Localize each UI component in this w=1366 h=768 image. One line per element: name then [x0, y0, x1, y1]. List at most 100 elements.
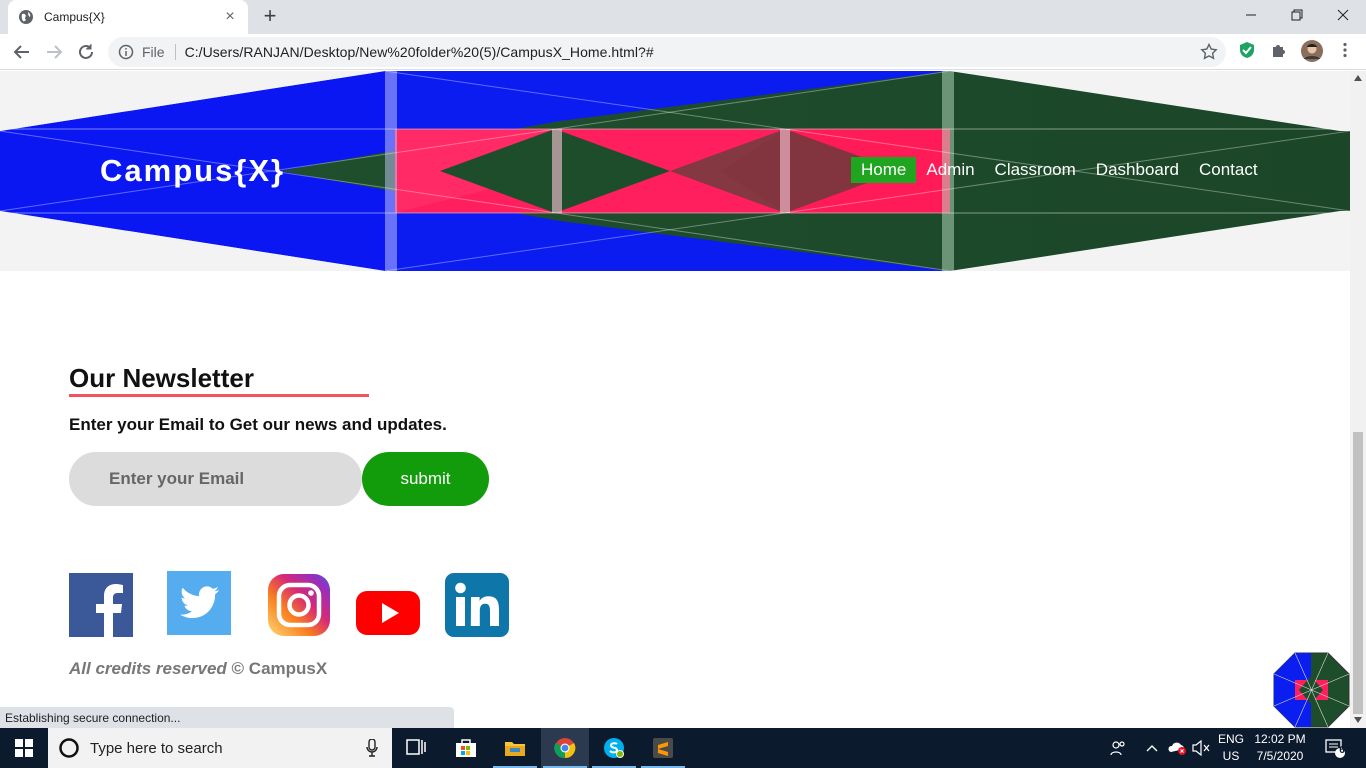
action-center-button[interactable]: 6 — [1320, 728, 1350, 768]
folder-icon — [505, 742, 525, 756]
arrow-left-icon — [13, 45, 29, 59]
chrome-icon — [554, 738, 576, 759]
tab-close-icon[interactable]: × — [222, 8, 238, 26]
browser-tab[interactable]: Campus{X} × — [8, 0, 248, 34]
cloud-error-icon — [1168, 742, 1186, 755]
people-button[interactable] — [1105, 728, 1131, 768]
twitter-link[interactable] — [167, 571, 231, 635]
taskbar-search-placeholder: Type here to search — [90, 739, 223, 757]
nav-home[interactable]: Home — [851, 157, 917, 183]
url-text[interactable]: C:/Users/RANJAN/Desktop/New%20folder%20(… — [185, 44, 654, 60]
page-scrollbar[interactable] — [1350, 71, 1366, 728]
puzzle-icon — [1273, 45, 1285, 57]
kebab-menu-icon — [1343, 42, 1347, 58]
volume-muted-icon — [1192, 740, 1210, 756]
submit-button[interactable]: submit — [362, 452, 489, 506]
microphone-icon[interactable] — [366, 739, 378, 757]
back-button[interactable] — [10, 40, 34, 64]
system-clock[interactable]: 12:02 PM 7/5/2020 — [1250, 731, 1310, 765]
language-code: ENG — [1217, 732, 1244, 746]
tab-strip: Campus{X} × + — [0, 0, 1366, 34]
volume-button[interactable] — [1190, 728, 1212, 768]
clock-time: 12:02 PM — [1254, 732, 1306, 746]
store-icon — [456, 739, 476, 757]
status-bubble: Establishing secure connection... — [0, 707, 454, 728]
shield-icon — [1240, 42, 1254, 58]
reload-button[interactable] — [74, 40, 98, 64]
taskbar-search[interactable]: Type here to search — [48, 728, 392, 768]
extensions-button[interactable] — [1269, 40, 1289, 60]
onedrive-status[interactable] — [1166, 728, 1190, 768]
browser-menu-button[interactable] — [1335, 40, 1355, 60]
nav-admin[interactable]: Admin — [916, 157, 984, 183]
clock-date: 7/5/2020 — [1256, 749, 1304, 763]
linkedin-link[interactable] — [445, 573, 509, 637]
scroll-thumb[interactable] — [1353, 432, 1363, 714]
newsletter-title-underline — [69, 394, 369, 397]
tab-title: Campus{X} — [44, 10, 105, 24]
nav-classroom[interactable]: Classroom — [985, 157, 1086, 183]
restore-icon — [1291, 9, 1303, 21]
youtube-link[interactable] — [356, 589, 420, 637]
info-icon[interactable] — [118, 44, 134, 60]
facebook-icon — [69, 573, 133, 637]
skype-icon — [604, 738, 624, 758]
restore-button[interactable] — [1274, 0, 1320, 30]
sublime-text-app[interactable] — [639, 728, 687, 768]
newsletter-title: Our Newsletter — [69, 363, 254, 393]
arrow-right-icon — [47, 45, 63, 59]
task-view-button[interactable] — [392, 728, 440, 768]
scroll-down-icon[interactable] — [1354, 717, 1362, 723]
nav-contact[interactable]: Contact — [1189, 157, 1268, 183]
globe-icon — [19, 10, 33, 24]
reload-icon — [79, 44, 93, 59]
file-explorer-app[interactable] — [491, 728, 539, 768]
profile-button[interactable] — [1300, 39, 1324, 63]
linkedin-icon — [445, 573, 509, 637]
credits-italic: All credits reserved — [69, 659, 227, 678]
scroll-up-icon[interactable] — [1354, 75, 1362, 81]
credits-text: All credits reserved © CampusX — [69, 659, 327, 679]
avatar — [1301, 40, 1323, 62]
twitter-icon — [167, 571, 231, 635]
newsletter-subtitle: Enter your Email to Get our news and upd… — [69, 415, 447, 434]
shield-extension-button[interactable] — [1237, 40, 1257, 60]
region-code: US — [1222, 749, 1240, 763]
start-button[interactable] — [0, 728, 48, 768]
new-tab-button[interactable]: + — [258, 5, 282, 29]
people-icon — [1110, 741, 1125, 756]
forward-button[interactable] — [42, 40, 66, 64]
language-indicator[interactable]: ENG US — [1215, 731, 1247, 765]
close-window-button[interactable] — [1320, 0, 1366, 30]
minimize-button[interactable] — [1228, 0, 1274, 30]
facebook-link[interactable] — [69, 573, 133, 637]
browser-toolbar: File C:/Users/RANJAN/Desktop/New%20folde… — [0, 34, 1366, 70]
hero-banner: Campus{X} Home Admin Classroom Dashboard… — [0, 71, 1350, 271]
cortana-icon — [59, 738, 79, 758]
task-view-icon — [406, 739, 426, 755]
main-nav: Home Admin Classroom Dashboard Contact — [851, 157, 1268, 183]
windows-taskbar: Type here to search ENG US 12:02 PM 7/5/… — [0, 728, 1366, 768]
scheme-label: File — [142, 44, 176, 60]
site-brand[interactable]: Campus{X} — [100, 153, 285, 189]
chrome-app[interactable] — [541, 728, 589, 768]
show-hidden-icons-button[interactable] — [1143, 728, 1161, 768]
store-app[interactable] — [442, 728, 490, 768]
youtube-icon — [356, 591, 420, 635]
address-bar[interactable]: File C:/Users/RANJAN/Desktop/New%20folde… — [108, 37, 1226, 67]
chevron-up-icon — [1146, 745, 1158, 752]
email-field[interactable] — [69, 452, 362, 506]
sublime-text-icon — [653, 738, 673, 758]
nav-dashboard[interactable]: Dashboard — [1086, 157, 1189, 183]
credits-copyright: © CampusX — [231, 659, 328, 678]
bookmark-star-icon[interactable] — [1200, 43, 1218, 61]
notification-count-badge: 6 — [1339, 745, 1345, 756]
close-icon — [1337, 9, 1349, 21]
minimize-icon — [1246, 14, 1256, 16]
windows-logo-icon — [15, 739, 33, 757]
campusx-logo[interactable] — [1273, 652, 1350, 728]
skype-app[interactable] — [590, 728, 638, 768]
instagram-link[interactable] — [267, 573, 331, 637]
page-viewport: Campus{X} Home Admin Classroom Dashboard… — [0, 71, 1350, 728]
instagram-icon — [268, 574, 330, 636]
